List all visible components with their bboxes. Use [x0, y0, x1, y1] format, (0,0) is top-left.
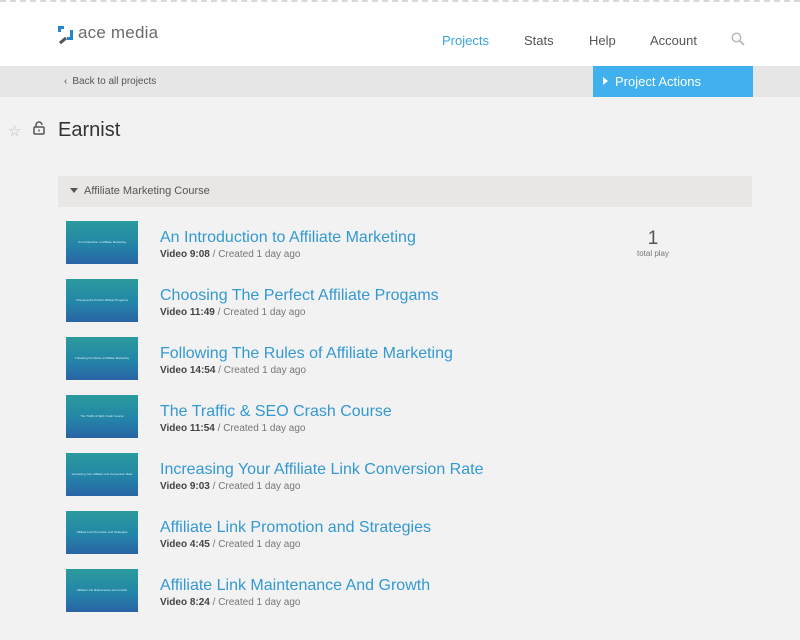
nav-account[interactable]: Account	[650, 33, 697, 48]
video-created: Created 1 day ago	[218, 249, 301, 260]
video-row: Increasing Your Affiliate Link Conversio…	[66, 453, 752, 499]
nav-stats[interactable]: Stats	[524, 33, 554, 48]
video-title-link[interactable]: The Traffic & SEO Crash Course	[160, 403, 392, 421]
video-thumbnail[interactable]: Choosing the Perfect Affiliate Programs	[66, 279, 138, 322]
video-thumbnail[interactable]: The Traffic & SEO Crash Course	[66, 395, 138, 438]
thumbnail-caption: An Introduction to Affiliate Marketing	[78, 240, 126, 244]
project-actions-label: Project Actions	[615, 74, 701, 89]
video-type-duration: Video 11:54	[160, 423, 215, 434]
caret-down-icon	[70, 188, 78, 193]
thumbnail-caption: Affiliate Link Promotion and Strategies	[76, 530, 128, 534]
logo-mark-icon	[58, 24, 74, 45]
video-meta: Video 8:24 / Created 1 day ago	[160, 597, 301, 608]
video-type-duration: Video 11:49	[160, 307, 215, 318]
video-created: Created 1 day ago	[223, 423, 306, 434]
video-created: Created 1 day ago	[223, 307, 306, 318]
video-row: Affiliate Link Promotion and Strategies …	[66, 511, 752, 557]
section-title: Affiliate Marketing Course	[84, 185, 210, 197]
video-type-duration: Video 14:54	[160, 365, 216, 376]
video-type-duration: Video 4:45	[160, 539, 210, 550]
video-type-duration: Video 9:08	[160, 249, 210, 260]
video-title-link[interactable]: An Introduction to Affiliate Marketing	[160, 229, 416, 247]
video-meta: Video 11:49 / Created 1 day ago	[160, 307, 306, 318]
video-created: Created 1 day ago	[223, 365, 307, 376]
star-icon[interactable]: ☆	[8, 122, 21, 140]
video-row: Following the Rules of Affiliate Marketi…	[66, 337, 752, 383]
video-row: Affiliate Link Maintenance and Growth Af…	[66, 569, 752, 615]
video-type-duration: Video 8:24	[160, 597, 210, 608]
video-created: Created 1 day ago	[218, 481, 301, 492]
project-title: Earnist	[58, 119, 121, 141]
video-title-link[interactable]: Increasing Your Affiliate Link Conversio…	[160, 461, 483, 479]
chevron-left-icon: ‹	[64, 76, 68, 87]
thumbnail-caption: Following the Rules of Affiliate Marketi…	[75, 356, 129, 360]
thumbnail-caption: Affiliate Link Maintenance and Growth	[76, 588, 128, 592]
video-thumbnail[interactable]: Increasing Your Affiliate Link Conversio…	[66, 453, 138, 496]
video-meta: Video 4:45 / Created 1 day ago	[160, 539, 301, 550]
lock-icon[interactable]	[33, 121, 45, 135]
video-thumbnail[interactable]: An Introduction to Affiliate Marketing	[66, 221, 138, 264]
video-meta: Video 11:54 / Created 1 day ago	[160, 423, 306, 434]
plays-stat: 1 total play	[619, 228, 687, 258]
video-meta: Video 9:03 / Created 1 day ago	[160, 481, 301, 492]
caret-right-icon	[603, 77, 608, 85]
video-title-link[interactable]: Choosing The Perfect Affiliate Progams	[160, 287, 439, 305]
video-meta: Video 9:08 / Created 1 day ago	[160, 249, 301, 260]
video-thumbnail[interactable]: Affiliate Link Maintenance and Growth	[66, 569, 138, 612]
sub-toolbar: ‹ Back to all projects Project Actions	[0, 66, 800, 97]
video-row: An Introduction to Affiliate Marketing A…	[66, 221, 752, 267]
thumbnail-caption: Increasing Your Affiliate Link Conversio…	[71, 472, 133, 476]
video-row: The Traffic & SEO Crash Course The Traff…	[66, 395, 752, 441]
back-to-projects-link[interactable]: ‹ Back to all projects	[64, 76, 156, 87]
nav-help[interactable]: Help	[589, 33, 616, 48]
plays-count: 1	[647, 228, 659, 249]
video-title-link[interactable]: Following The Rules of Affiliate Marketi…	[160, 345, 453, 363]
video-created: Created 1 day ago	[218, 539, 301, 550]
video-title-link[interactable]: Affiliate Link Promotion and Strategies	[160, 519, 431, 537]
video-thumbnail[interactable]: Affiliate Link Promotion and Strategies	[66, 511, 138, 554]
video-row: Choosing the Perfect Affiliate Programs …	[66, 279, 752, 325]
video-created: Created 1 day ago	[218, 597, 301, 608]
search-icon[interactable]	[731, 32, 745, 46]
video-thumbnail[interactable]: Following the Rules of Affiliate Marketi…	[66, 337, 138, 380]
project-actions-button[interactable]: Project Actions	[593, 66, 753, 97]
back-link-label: Back to all projects	[72, 76, 157, 87]
section-header[interactable]: Affiliate Marketing Course	[58, 176, 752, 207]
video-meta: Video 14:54 / Created 1 day ago	[160, 365, 307, 376]
logo[interactable]: ace media	[58, 23, 159, 45]
plays-label: total play	[636, 249, 670, 258]
header: ace media Projects Stats Help Account	[0, 5, 800, 66]
logo-text: ace media	[78, 23, 159, 42]
thumbnail-caption: Choosing the Perfect Affiliate Programs	[75, 298, 129, 302]
video-title-link[interactable]: Affiliate Link Maintenance And Growth	[160, 577, 430, 595]
thumbnail-caption: The Traffic & SEO Crash Course	[80, 414, 124, 418]
nav-projects[interactable]: Projects	[442, 33, 489, 48]
video-type-duration: Video 9:03	[160, 481, 210, 492]
